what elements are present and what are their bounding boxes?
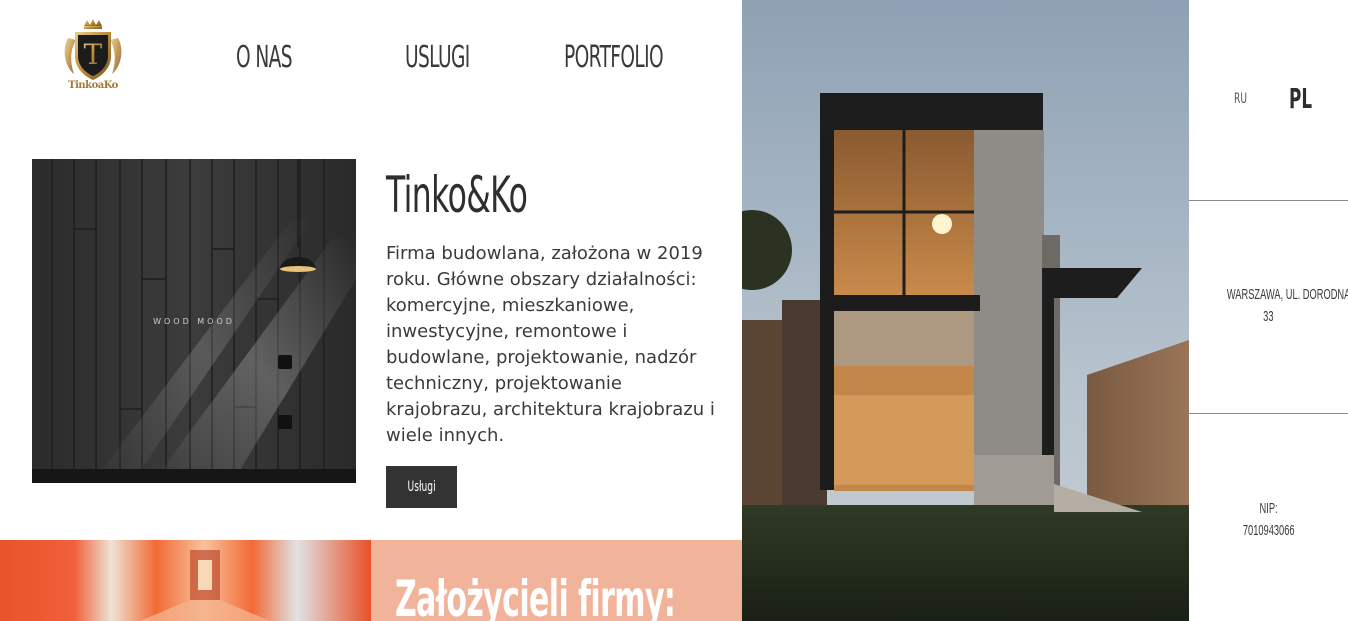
description-line: Firma budowlana, założona w 2019	[386, 243, 703, 264]
description-line: wiele innych.	[386, 425, 505, 446]
house-photo	[742, 0, 1189, 621]
services-button[interactable]: Usługi	[386, 466, 457, 508]
company-description: Firma budowlana, założona w 2019 roku. G…	[386, 241, 726, 449]
description-line: krajobrazu, architektura krajobrazu i	[386, 399, 715, 420]
sidebar-divider	[1189, 200, 1348, 201]
description-line: inwestycyjne, remontowe i	[386, 321, 628, 342]
nav-portfolio[interactable]: PORTFOLIO	[564, 40, 724, 80]
founders-title: Założycieli firmy:	[395, 570, 676, 621]
nav-services[interactable]: USLUGI	[405, 40, 509, 80]
corridor-image	[0, 540, 371, 621]
svg-text:WOOD MOOD: WOOD MOOD	[153, 317, 235, 326]
nav-about[interactable]: O NAS	[236, 40, 326, 80]
nip-value: 7010943066	[1242, 522, 1295, 539]
language-pl[interactable]: PL	[1289, 82, 1327, 115]
address-block: WARSZAWA, UL. DORODNA 33	[1189, 286, 1348, 330]
founders-section: Założycieli firmy:	[371, 540, 742, 621]
description-line: roku. Główne obszary działalności:	[386, 269, 697, 290]
svg-text:T: T	[84, 38, 103, 71]
logo-wordmark: TinkoaKo	[68, 80, 118, 91]
language-ru[interactable]: RU	[1234, 90, 1254, 108]
nip-label: NIP:	[1259, 500, 1278, 517]
description-line: techniczny, projektowanie	[386, 373, 622, 394]
page-title: Tinko&Ko	[386, 166, 528, 224]
sidebar-divider	[1189, 413, 1348, 414]
description-line: budowlane, projektowanie, nadzór	[386, 347, 697, 368]
company-logo[interactable]: T TinkoaKo	[60, 18, 126, 96]
address-number: 33	[1263, 308, 1274, 325]
nip-block: NIP: 7010943066	[1189, 500, 1348, 544]
wood-mood-image: WOOD MOOD	[32, 159, 356, 483]
description-line: komercyjne, mieszkaniowe,	[386, 295, 635, 316]
address-line: WARSZAWA, UL. DORODNA	[1226, 286, 1348, 303]
